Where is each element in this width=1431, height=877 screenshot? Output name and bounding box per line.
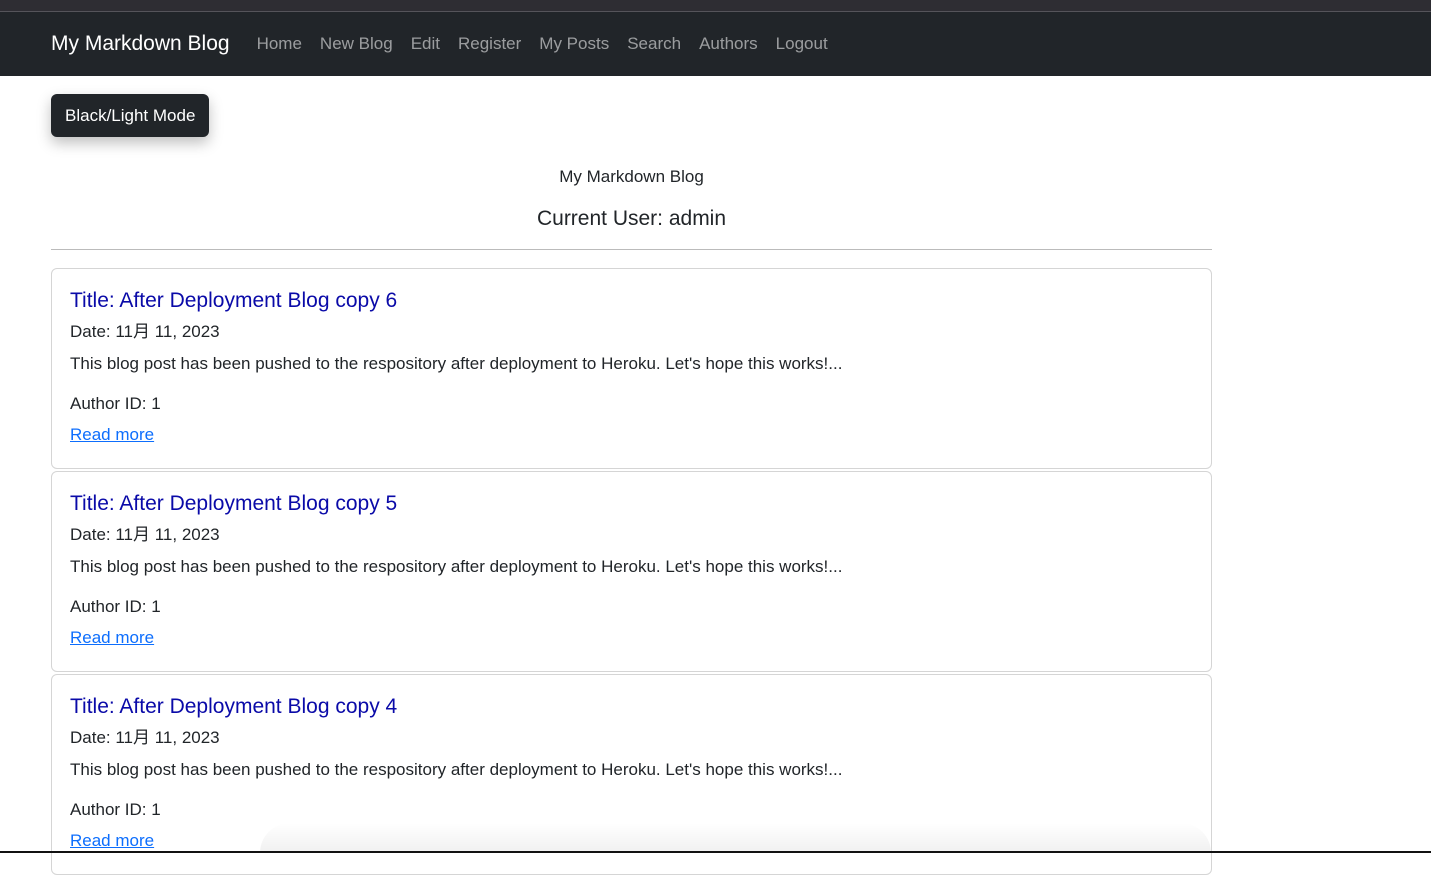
post-excerpt: This blog post has been pushed to the re… (70, 557, 1193, 577)
post-excerpt: This blog post has been pushed to the re… (70, 354, 1193, 374)
nav-my-posts[interactable]: My Posts (539, 34, 609, 54)
page-subtitle: My Markdown Blog (51, 167, 1212, 187)
current-user-heading: Current User: admin (51, 207, 1212, 231)
nav-edit[interactable]: Edit (411, 34, 440, 54)
post-card: Title: After Deployment Blog copy 6 Date… (51, 268, 1212, 469)
read-more-link[interactable]: Read more (70, 628, 154, 648)
post-date: Date: 11月 11, 2023 (70, 317, 1193, 342)
nav-authors[interactable]: Authors (699, 34, 758, 54)
navbar: My Markdown Blog Home New Blog Edit Regi… (0, 12, 1431, 76)
read-more-link[interactable]: Read more (70, 831, 154, 851)
bottom-shadow (260, 823, 1211, 853)
nav-home[interactable]: Home (257, 34, 302, 54)
post-author: Author ID: 1 (70, 394, 1193, 414)
divider (51, 249, 1212, 250)
post-author: Author ID: 1 (70, 597, 1193, 617)
post-date: Date: 11月 11, 2023 (70, 520, 1193, 545)
post-card: Title: After Deployment Blog copy 5 Date… (51, 471, 1212, 672)
nav-new-blog[interactable]: New Blog (320, 34, 393, 54)
theme-toggle-button[interactable]: Black/Light Mode (51, 94, 209, 137)
nav-register[interactable]: Register (458, 34, 521, 54)
post-title: Title: After Deployment Blog copy 6 (70, 287, 1193, 315)
navbar-brand[interactable]: My Markdown Blog (51, 32, 230, 56)
post-title: Title: After Deployment Blog copy 5 (70, 490, 1193, 518)
browser-top-strip (0, 0, 1431, 12)
nav-search[interactable]: Search (627, 34, 681, 54)
post-date: Date: 11月 11, 2023 (70, 723, 1193, 748)
main-content: My Markdown Blog Current User: admin Tit… (51, 160, 1212, 877)
post-excerpt: This blog post has been pushed to the re… (70, 760, 1193, 780)
post-author: Author ID: 1 (70, 800, 1193, 820)
nav-logout[interactable]: Logout (776, 34, 828, 54)
post-title: Title: After Deployment Blog copy 4 (70, 693, 1193, 721)
read-more-link[interactable]: Read more (70, 425, 154, 445)
